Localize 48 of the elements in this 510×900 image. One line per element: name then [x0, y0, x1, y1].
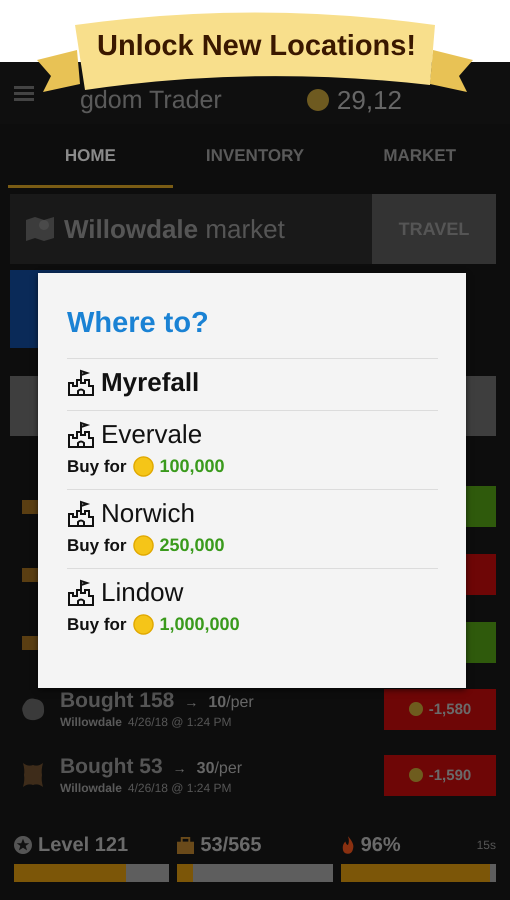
dialog-title: Where to? [67, 307, 210, 340]
arrow-icon: → [184, 694, 198, 710]
stat-label: 96% [360, 834, 401, 856]
location-price: 250,000 [160, 535, 225, 556]
castle-icon [67, 578, 95, 606]
coin-balance: 29,12 [336, 84, 402, 116]
transaction-title: Bought 53 [60, 755, 163, 779]
unit-price: 30/per [196, 760, 242, 778]
map-icon [26, 216, 54, 242]
timer-label: 15s [476, 838, 496, 852]
amount-value: -1,580 [428, 700, 472, 718]
nav-tab[interactable]: HOME [8, 124, 173, 188]
coin-icon [132, 456, 154, 477]
castle-icon [67, 368, 95, 396]
location-name[interactable]: Norwich [101, 498, 195, 529]
buy-label: Buy for [67, 456, 126, 476]
arrow-icon: → [172, 760, 187, 776]
location-price: 100,000 [160, 456, 225, 477]
transaction-time: 4/26/18 @ 1:24 PM [128, 781, 232, 795]
castle-icon [67, 500, 95, 528]
flame-icon [340, 836, 355, 854]
coin-icon [408, 702, 423, 716]
fur-icon [20, 696, 46, 722]
castle-icon [67, 420, 95, 448]
market-name: Willowdale market [64, 214, 285, 244]
coin-icon [306, 89, 329, 111]
amount-value: -1,590 [428, 766, 472, 784]
buy-label: Buy for [67, 614, 126, 634]
location-name[interactable]: Myrefall [101, 367, 200, 398]
transaction-place: Willowdale [60, 715, 122, 729]
coin-icon [132, 535, 154, 556]
app-title: gdom Trader [80, 86, 222, 114]
location-price: 1,000,000 [160, 614, 240, 635]
location-name[interactable]: Lindow [101, 577, 184, 608]
transaction-title: Bought 158 [60, 689, 174, 713]
banner-title: Unlock New Locations! [97, 30, 416, 63]
coin-icon [132, 614, 154, 635]
location-name[interactable]: Evervale [101, 419, 202, 450]
stat-label: Level 121 [38, 834, 128, 856]
buy-label: Buy for [67, 536, 126, 556]
transaction-time: 4/26/18 @ 1:24 PM [128, 715, 232, 729]
menu-icon[interactable] [14, 83, 34, 103]
transaction-place: Willowdale [60, 781, 122, 795]
stat-label: 53/565 [200, 834, 262, 856]
bag-icon [177, 836, 194, 854]
unit-price: 10/per [208, 694, 254, 712]
leather-hide-icon [20, 761, 46, 789]
coin-icon [408, 768, 423, 782]
